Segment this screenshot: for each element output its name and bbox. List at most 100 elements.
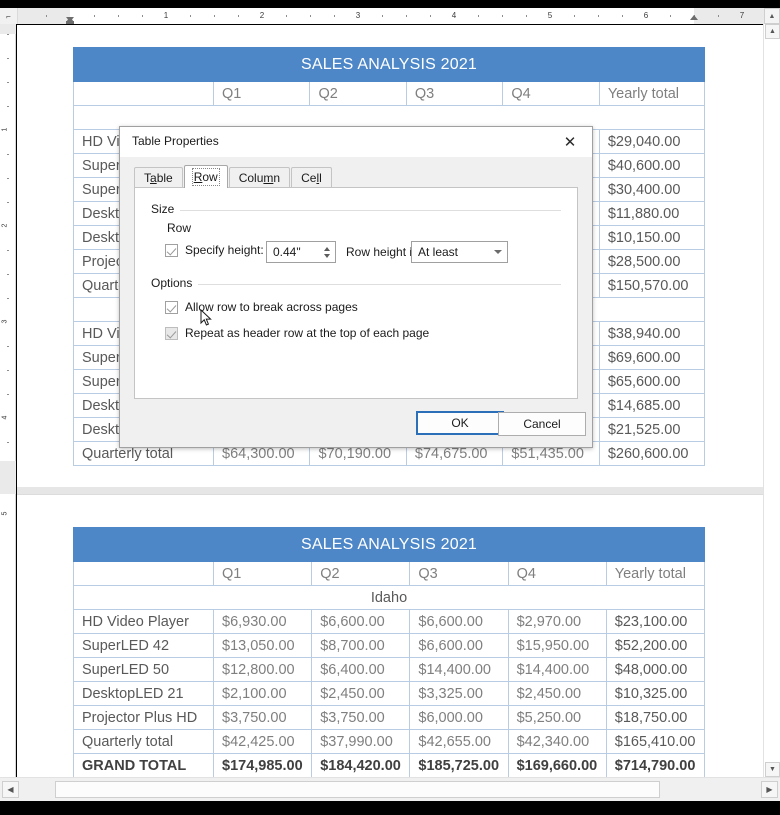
cell-yearly-total[interactable]: $40,600.00 xyxy=(598,153,706,178)
scroll-up-button[interactable]: ▲ xyxy=(764,8,780,24)
scrollbar-down-arrow[interactable]: ▼ xyxy=(765,762,780,777)
tab-selector-icon[interactable]: ⌐ xyxy=(0,8,18,24)
cell-q3[interactable]: $14,400.00 xyxy=(409,657,509,682)
cell-q4[interactable]: $2,450.00 xyxy=(507,681,607,706)
cell-q3[interactable]: $6,600.00 xyxy=(409,633,509,658)
cell-yearly-total[interactable]: $23,100.00 xyxy=(605,609,706,634)
column-header-q3: Q3 xyxy=(405,81,504,106)
row-tab-panel: Size Row Specify height: 0.44" Row heigh… xyxy=(134,187,578,399)
tab-row[interactable]: Row xyxy=(183,165,228,188)
cell-q3[interactable]: $6,000.00 xyxy=(409,705,509,730)
cell-yearly-total[interactable]: $30,400.00 xyxy=(598,177,706,202)
table-row[interactable]: HD Video Player $6,930.00 $6,600.00 $6,600.… xyxy=(73,609,706,634)
grand-total-q1[interactable]: $174,985.00 xyxy=(212,753,313,777)
dialog-title-bar[interactable]: Table Properties ✕ xyxy=(120,127,592,157)
cell-yearly-total[interactable]: $10,325.00 xyxy=(605,681,706,706)
repeat-header-row-checkbox[interactable]: Repeat as header row at the top of each … xyxy=(165,326,429,340)
ruler-major-tick: 2 xyxy=(259,11,265,20)
ruler-major-tick: 1 xyxy=(163,11,169,20)
cell-q4[interactable]: $14,400.00 xyxy=(507,657,607,682)
stepper-arrows-icon[interactable] xyxy=(319,242,335,262)
cell-q3[interactable]: $6,600.00 xyxy=(409,609,509,634)
cell-yearly-total[interactable]: $150,570.00 xyxy=(598,273,706,298)
cell-yearly-total[interactable]: $260,600.00 xyxy=(598,441,706,466)
cell-q2[interactable]: $2,450.00 xyxy=(311,681,411,706)
horizontal-ruler-band[interactable]: 1 2 3 4 5 6 7 xyxy=(18,8,764,24)
vruler-minor-tick xyxy=(7,58,9,59)
indent-marker[interactable] xyxy=(65,9,75,24)
cell-q1[interactable]: $42,425.00 xyxy=(212,729,313,754)
cell-q3[interactable]: $3,325.00 xyxy=(409,681,509,706)
cell-q4[interactable]: $42,340.00 xyxy=(507,729,607,754)
tab-column[interactable]: Column xyxy=(228,167,291,188)
cell-q1[interactable]: $6,930.00 xyxy=(212,609,313,634)
cell-yearly-total[interactable]: $38,940.00 xyxy=(598,321,706,346)
cell-q2[interactable]: $37,990.00 xyxy=(311,729,411,754)
ok-button[interactable]: OK xyxy=(416,411,504,435)
cell-q4[interactable]: $2,970.00 xyxy=(507,609,607,634)
cell-q2[interactable]: $6,600.00 xyxy=(311,609,411,634)
cell-q4[interactable]: $15,950.00 xyxy=(507,633,607,658)
grand-total-row[interactable]: GRAND TOTAL $174,985.00 $184,420.00 $185,72… xyxy=(73,753,706,777)
cell-yearly-total[interactable]: $11,880.00 xyxy=(598,201,706,226)
cell-yearly-total[interactable]: $29,040.00 xyxy=(598,129,706,154)
vruler-minor-tick xyxy=(7,298,9,299)
table-row[interactable]: SuperLED 50 $12,800.00 $6,400.00 $14,400.00… xyxy=(73,657,706,682)
cell-yearly-total[interactable]: $165,410.00 xyxy=(605,729,706,754)
cell-yearly-total[interactable]: $14,685.00 xyxy=(598,393,706,418)
scrollbar-right-arrow[interactable]: ▶ xyxy=(761,781,778,798)
grand-total-q2[interactable]: $184,420.00 xyxy=(311,753,411,777)
specify-height-checkbox[interactable]: Specify height: xyxy=(165,243,264,257)
cell-q2[interactable]: $3,750.00 xyxy=(311,705,411,730)
grand-total-q3[interactable]: $185,725.00 xyxy=(409,753,509,777)
row-height-stepper[interactable]: 0.44" xyxy=(266,241,336,263)
cell-q1[interactable]: $13,050.00 xyxy=(212,633,313,658)
cell-q2[interactable]: $6,400.00 xyxy=(311,657,411,682)
grand-total-yearly[interactable]: $714,790.00 xyxy=(605,753,706,777)
cell-yearly-total[interactable]: $69,600.00 xyxy=(598,345,706,370)
size-group-label: Size xyxy=(151,202,181,216)
column-header-yearly-total: Yearly total xyxy=(598,81,706,106)
cell-yearly-total[interactable]: $28,500.00 xyxy=(598,249,706,274)
cell-yearly-total[interactable]: $18,750.00 xyxy=(605,705,706,730)
cell-q2[interactable]: $8,700.00 xyxy=(311,633,411,658)
ruler-minor-tick xyxy=(526,15,527,17)
cell-q3[interactable]: $42,655.00 xyxy=(409,729,509,754)
cell-q4[interactable]: $5,250.00 xyxy=(507,705,607,730)
right-indent-marker[interactable] xyxy=(689,9,699,23)
close-icon[interactable]: ✕ xyxy=(548,127,592,157)
top-margin-zone xyxy=(0,24,16,34)
scrollbar-up-arrow[interactable]: ▲ xyxy=(765,24,780,39)
cell-q1[interactable]: $2,100.00 xyxy=(212,681,313,706)
table-row[interactable]: DesktopLED 21 $2,100.00 $2,450.00 $3,325.00… xyxy=(73,681,706,706)
allow-row-break-checkbox[interactable]: Allow row to break across pages xyxy=(165,300,358,314)
row-height-is-select[interactable]: At least xyxy=(411,241,508,263)
chevron-down-icon[interactable] xyxy=(489,250,507,254)
cell-q1[interactable]: $12,800.00 xyxy=(212,657,313,682)
cell-yearly-total[interactable]: $65,600.00 xyxy=(598,369,706,394)
tab-table[interactable]: Table xyxy=(134,167,183,188)
vertical-scrollbar[interactable]: ▲ ▼ xyxy=(763,24,780,777)
cell-q1[interactable]: $3,750.00 xyxy=(212,705,313,730)
row-height-value[interactable]: 0.44" xyxy=(267,245,319,259)
cell-yearly-total[interactable]: $21,525.00 xyxy=(598,417,706,442)
horizontal-ruler[interactable]: ⌐ 1 2 3 4 5 6 7 ▲ xyxy=(0,8,780,24)
horizontal-scrollbar[interactable]: ◀ ▶ xyxy=(0,777,780,801)
cancel-button[interactable]: Cancel xyxy=(498,412,586,436)
table-row[interactable]: SuperLED 42 $13,050.00 $8,700.00 $6,600.00 $… xyxy=(73,633,706,658)
sales-table-page-2[interactable]: SALES ANALYSIS 2021 Q1 Q2 Q3 Q4 Yearly total I… xyxy=(73,527,706,777)
table-row[interactable]: Projector Plus HD $3,750.00 $3,750.00 $6,00… xyxy=(73,705,706,730)
cell-yearly-total[interactable]: $52,200.00 xyxy=(605,633,706,658)
dialog-tabstrip[interactable]: Table Row Column Cell xyxy=(134,165,333,188)
scrollbar-left-arrow[interactable]: ◀ xyxy=(2,781,19,798)
table-properties-dialog[interactable]: Table Properties ✕ Table Row Column Cell Si… xyxy=(119,126,593,448)
scrollbar-thumb[interactable] xyxy=(55,781,660,798)
cell-yearly-total[interactable]: $10,150.00 xyxy=(598,225,706,250)
table-row[interactable]: Quarterly total $42,425.00 $37,990.00 $42,6… xyxy=(73,729,706,754)
vertical-ruler[interactable]: 1 2 3 4 5 xyxy=(0,24,16,777)
ruler-minor-tick xyxy=(94,15,95,17)
cell-yearly-total[interactable]: $48,000.00 xyxy=(605,657,706,682)
ruler-major-tick: 7 xyxy=(739,11,745,20)
tab-cell[interactable]: Cell xyxy=(291,167,332,188)
grand-total-q4[interactable]: $169,660.00 xyxy=(507,753,607,777)
